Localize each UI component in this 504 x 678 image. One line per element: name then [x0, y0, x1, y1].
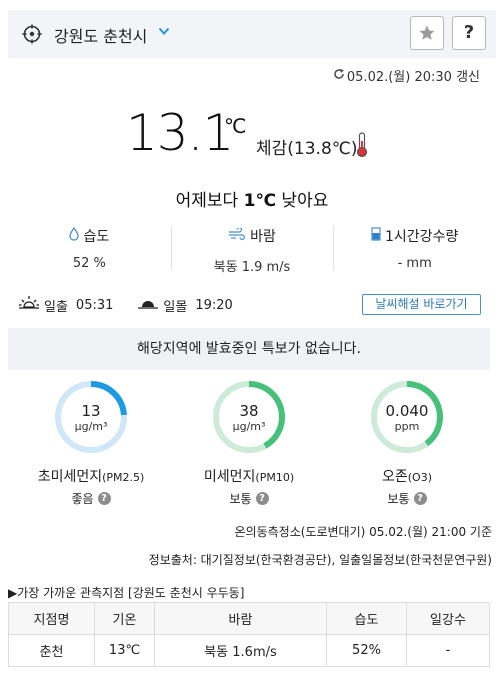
location-selector[interactable]: 강원도 춘천시	[54, 23, 147, 47]
pm25-name: 초미세먼지(PM2.5)	[21, 466, 161, 486]
weather-guide-button[interactable]: 날씨해설 바로가기	[362, 294, 481, 315]
pm10-sub: (PM10)	[255, 471, 295, 484]
compare-prefix: 어제보다	[175, 191, 244, 211]
stat-label: 습도	[83, 229, 110, 245]
stat-humidity: 습도 52 %	[8, 224, 171, 272]
pm10-unit: μg/m³	[232, 420, 266, 433]
pm10-label: 미세먼지	[203, 469, 256, 485]
ozone-status: 보통?	[337, 490, 477, 507]
nearest-station-table: 지점명 기온 바람 습도 일강수 춘천 13℃ 북동 1.6m/s 52% -	[8, 602, 490, 667]
rain-gauge-icon	[371, 227, 381, 245]
table-header: 바람	[154, 602, 327, 635]
pm25-status-text: 좋음	[71, 492, 94, 506]
ozone-gauge: 0.040 ppm	[370, 380, 444, 454]
pm25-sub: (PM2.5)	[102, 471, 145, 484]
compare-suffix: 낮아요	[276, 191, 329, 211]
target-icon[interactable]	[22, 24, 42, 44]
nearest-station-title: ▶가장 가까운 관측지점 [강원도 춘천시 우두동]	[8, 586, 245, 600]
droplet-icon	[69, 226, 80, 245]
table-header: 지점명	[8, 602, 95, 635]
help-icon[interactable]: ?	[413, 492, 427, 505]
sun-times: 일출 05:31 일몰 19:20	[18, 295, 257, 315]
sunset-label: 일몰	[163, 299, 188, 315]
compare-value: 1℃	[243, 191, 277, 211]
measurement-station: 온의동측정소(도로변대기) 05.02.(월) 21:00 기준	[234, 525, 492, 539]
sunrise-icon	[18, 295, 40, 315]
table-cell: -	[406, 634, 490, 667]
ozone-name: 오존(O3)	[337, 466, 477, 486]
location-header: 강원도 춘천시 ?	[8, 10, 496, 58]
stat-value: 북동 1.9 m/s	[213, 260, 291, 275]
data-source: 정보출처: 대기질정보(한국환경공단), 일출일몰정보(한국천문연구원)	[148, 553, 492, 567]
stat-value: 52 %	[72, 256, 106, 271]
pm25-label: 초미세먼지	[37, 469, 103, 485]
favorite-button[interactable]	[410, 16, 444, 50]
pm25-unit: μg/m³	[74, 420, 108, 433]
stat-rain: 1시간강수량 - mm	[333, 224, 496, 272]
thermometer-icon	[356, 132, 368, 162]
pm10-value: 38	[239, 402, 259, 420]
table-row: 춘천 13℃ 북동 1.6m/s 52% -	[8, 634, 490, 667]
temperature-unit: ℃	[224, 114, 247, 138]
stat-label: 바람	[250, 229, 276, 245]
table-header: 습도	[326, 602, 407, 635]
table-cell: 52%	[326, 634, 407, 667]
help-icon[interactable]: ?	[97, 492, 111, 505]
pm10-status: 보통?	[179, 490, 319, 507]
sunrise-time: 05:31	[75, 297, 114, 313]
stat-label: 1시간강수량	[385, 229, 459, 245]
sunset-time: 19:20	[195, 297, 233, 313]
chevron-down-icon[interactable]	[158, 25, 170, 41]
star-icon	[418, 24, 436, 46]
feels-like: 체감(13.8℃)	[256, 139, 358, 159]
sunset-icon	[137, 295, 159, 315]
update-time-text: 05.02.(월) 20:30 갱신	[346, 70, 480, 85]
help-button[interactable]: ?	[452, 16, 486, 50]
ozone-sub: (O3)	[407, 471, 432, 484]
table-header: 일강수	[406, 602, 490, 635]
table-cell: 13℃	[94, 634, 155, 667]
refresh-icon[interactable]	[333, 68, 345, 84]
table-header-row: 지점명 기온 바람 습도 일강수	[8, 602, 490, 635]
pm25-gauge: 13 μg/m³	[54, 380, 128, 454]
ozone-value: 0.040	[385, 402, 429, 420]
wind-icon	[228, 227, 246, 244]
pm10-status-text: 보통	[229, 492, 252, 506]
ozone-status-text: 보통	[387, 492, 410, 506]
pm10-gauge: 38 μg/m³	[212, 380, 286, 454]
current-temperature: 13.1	[126, 104, 234, 162]
table-header: 기온	[94, 602, 155, 635]
help-icon[interactable]: ?	[255, 492, 269, 505]
pm10-name: 미세먼지(PM10)	[179, 466, 319, 486]
table-cell: 북동 1.6m/s	[154, 634, 327, 667]
table-cell: 춘천	[8, 634, 95, 667]
weather-stats: 습도 52 % 바람 북동 1.9 m/s 1시간강수량 - mm	[8, 224, 496, 275]
sunrise-label: 일출	[44, 299, 68, 315]
ozone-label: 오존	[381, 469, 408, 485]
pm25-status: 좋음?	[21, 490, 161, 507]
stat-value: - mm	[397, 256, 432, 271]
compare-yesterday: 어제보다 1℃ 낮아요	[0, 186, 504, 211]
ozone-unit: ppm	[394, 420, 420, 433]
weather-alert-notice: 해당지역에 발효중인 특보가 없습니다.	[8, 328, 490, 370]
stat-wind: 바람 북동 1.9 m/s	[170, 224, 334, 275]
update-time: 05.02.(월) 20:30 갱신	[333, 66, 480, 85]
pm25-value: 13	[81, 402, 101, 420]
